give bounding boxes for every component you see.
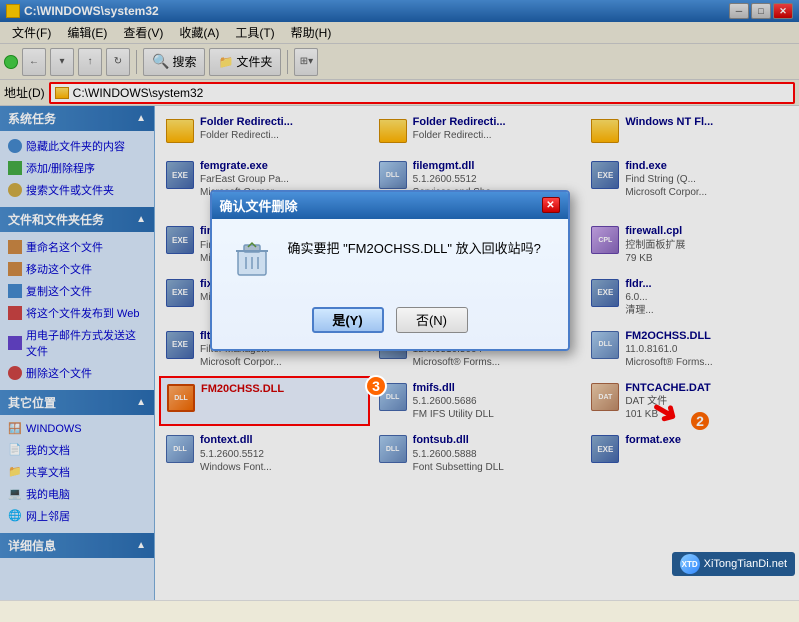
no-label: 否(N) <box>416 310 447 329</box>
dialog-no-button[interactable]: 否(N) <box>396 307 468 333</box>
confirm-dialog: 确认文件删除 ✕ 确实要把 "FM2OCHSS.DLL" 放入回收站吗? <box>210 190 570 351</box>
dialog-buttons: 是(Y) 否(N) <box>212 299 568 349</box>
watermark-logo: XTD <box>680 554 700 574</box>
watermark-text: XiTongTianDi.net <box>704 558 787 570</box>
dialog-body: 确实要把 "FM2OCHSS.DLL" 放入回收站吗? <box>212 219 568 299</box>
watermark: XTD XiTongTianDi.net <box>672 552 795 576</box>
yes-label: 是(Y) <box>332 310 362 329</box>
badge-three: 3 <box>365 375 387 397</box>
dialog-overlay: 确认文件删除 ✕ 确实要把 "FM2OCHSS.DLL" 放入回收站吗? <box>0 0 799 600</box>
dialog-close-button[interactable]: ✕ <box>542 197 560 213</box>
dialog-message: 确实要把 "FM2OCHSS.DLL" 放入回收站吗? <box>288 235 552 259</box>
dialog-yes-button[interactable]: 是(Y) <box>312 307 384 333</box>
dialog-recycle-icon <box>228 235 276 283</box>
dialog-title-bar: 确认文件删除 ✕ <box>212 192 568 219</box>
dialog-title: 确认文件删除 <box>220 196 298 215</box>
dialog-message-text: 确实要把 "FM2OCHSS.DLL" 放入回收站吗? <box>288 241 541 256</box>
status-bar <box>0 600 799 622</box>
